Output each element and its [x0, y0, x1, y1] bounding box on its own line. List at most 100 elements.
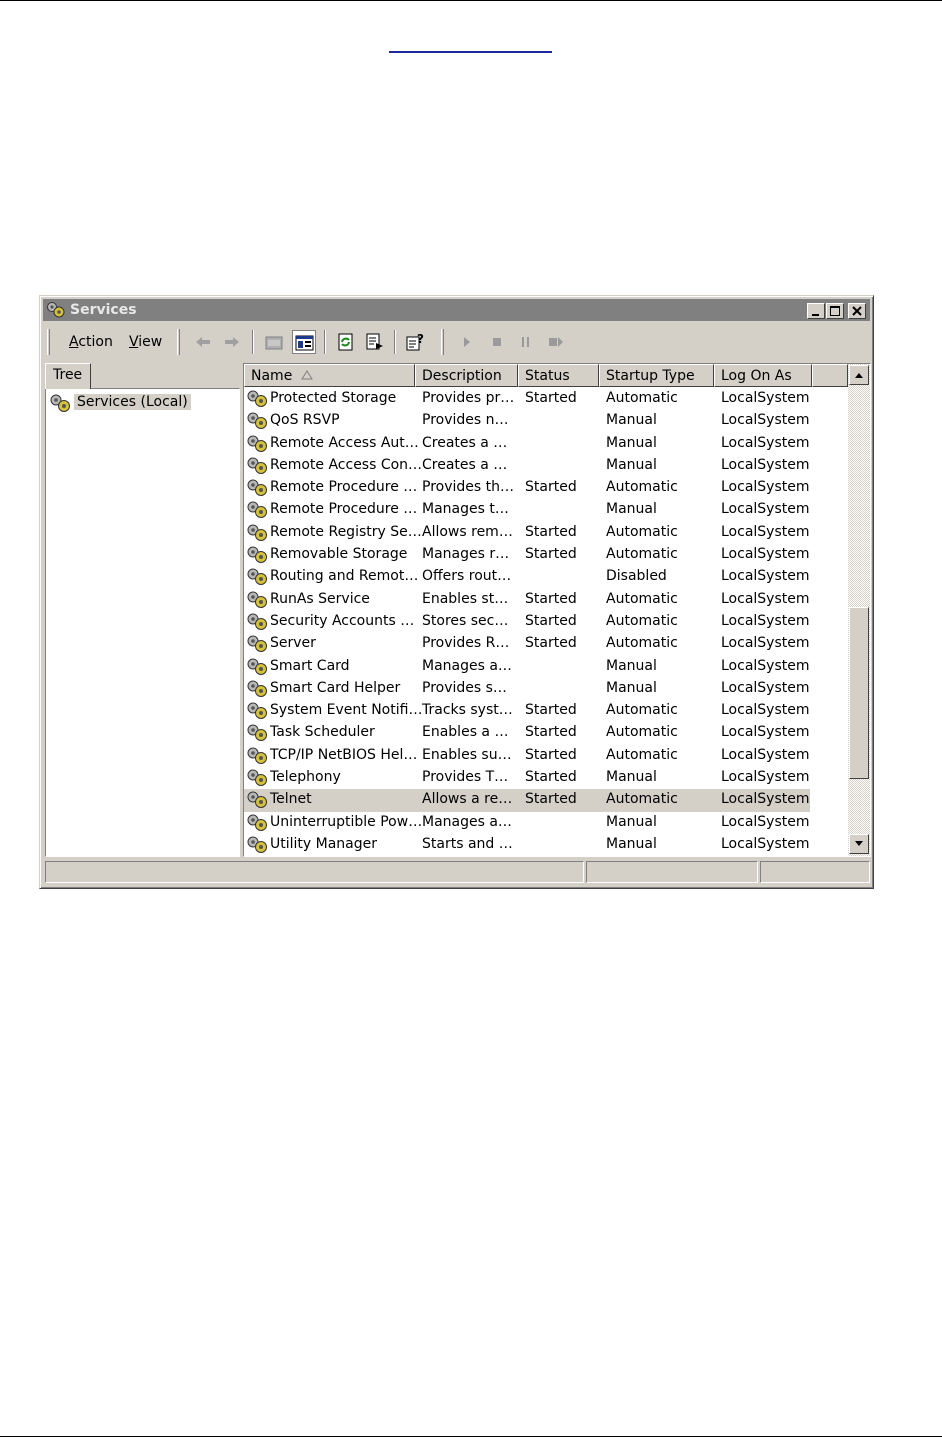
- close-button[interactable]: [848, 303, 866, 319]
- properties-help-button[interactable]: ?: [403, 330, 427, 354]
- table-row[interactable]: Removable Storage Manages r… Started Automa…: [244, 544, 810, 566]
- table-row[interactable]: Security Accounts … Stores sec… Started Aut…: [244, 611, 810, 633]
- restart-service-button[interactable]: [544, 330, 568, 354]
- cell-name: Remote Procedure …: [270, 501, 418, 518]
- table-row[interactable]: Routing and Remot… Offers rout… Disabled Lo…: [244, 566, 810, 588]
- toolbar-separator: [324, 330, 326, 354]
- cell-startup-type: Manual: [606, 412, 657, 429]
- back-button[interactable]: [191, 330, 215, 354]
- table-row[interactable]: Remote Procedure … Provides th… Started Aut…: [244, 477, 810, 499]
- maximize-button[interactable]: [826, 303, 844, 319]
- table-row[interactable]: Protected Storage Provides pr… Started Auto…: [244, 388, 810, 410]
- table-row[interactable]: System Event Notifi… Tracks syst… Started A…: [244, 700, 810, 722]
- menu-view[interactable]: View: [129, 334, 162, 350]
- table-row[interactable]: TCP/IP NetBIOS Hel… Enables su… Started Aut…: [244, 745, 810, 767]
- forward-button[interactable]: [220, 330, 244, 354]
- cell-log-on-as: LocalSystem: [721, 546, 810, 563]
- cell-description: Starts and …: [422, 835, 513, 852]
- column-header-label: Description: [422, 368, 502, 384]
- title-bar[interactable]: Services: [43, 299, 870, 321]
- toolbar-grip-2[interactable]: [177, 329, 180, 355]
- table-row[interactable]: Smart Card Helper Provides s… Manual LocalS…: [244, 678, 810, 700]
- cell-description: Manages t…: [422, 501, 509, 518]
- table-row[interactable]: Utility Manager Starts and … Manual LocalSy…: [244, 834, 810, 856]
- table-row[interactable]: Telephony Provides T… Started Manual LocalSy…: [244, 767, 810, 789]
- services-list: Name Description Status Startup Type Log…: [243, 363, 871, 857]
- column-header-status[interactable]: Status: [518, 364, 599, 387]
- table-row[interactable]: Remote Access Con… Creates a … Manual Local…: [244, 455, 810, 477]
- gears-icon: [247, 568, 267, 586]
- gears-icon: [247, 613, 267, 630]
- column-header-description[interactable]: Description: [415, 364, 518, 387]
- document-link-underline: [389, 51, 552, 53]
- cell-log-on-as: LocalSystem: [721, 746, 810, 763]
- gears-icon: [247, 390, 267, 407]
- cell-name: Uninterruptible Pow…: [270, 813, 423, 830]
- tab-tree[interactable]: Tree: [45, 363, 91, 389]
- up-folder-button[interactable]: [262, 330, 286, 354]
- scroll-thumb[interactable]: [849, 607, 869, 779]
- cell-log-on-as: LocalSystem: [721, 813, 810, 830]
- table-row[interactable]: Remote Procedure … Manages t… Manual LocalS…: [244, 499, 810, 521]
- cell-startup-type: Automatic: [606, 523, 678, 540]
- cell-name: Remote Access Aut…: [270, 434, 419, 451]
- menu-view-key: V: [129, 334, 139, 350]
- stop-service-button[interactable]: [485, 330, 509, 354]
- column-header-log-on-as[interactable]: Log On As: [714, 364, 812, 387]
- table-row[interactable]: Task Scheduler Enables a … Started Automati…: [244, 722, 810, 744]
- cell-name: TCP/IP NetBIOS Hel…: [270, 746, 418, 763]
- cell-startup-type: Manual: [606, 679, 657, 696]
- gears-icon: [50, 394, 70, 412]
- cell-name: Protected Storage: [270, 390, 397, 406]
- table-row[interactable]: Uninterruptible Pow… Manages a… Manual Loca…: [244, 812, 810, 834]
- table-row[interactable]: Smart Card Manages a… Manual LocalSystem: [244, 656, 810, 678]
- cell-name: Removable Storage: [270, 546, 408, 563]
- cell-description: Provides th…: [422, 479, 514, 496]
- table-row[interactable]: Server Provides R… Started Automatic LocalSy…: [244, 633, 810, 655]
- cell-status: Started: [525, 769, 577, 786]
- menu-action[interactable]: Action: [69, 334, 113, 350]
- cell-description: Enables su…: [422, 746, 512, 763]
- vertical-scrollbar[interactable]: [848, 364, 870, 856]
- scroll-up-arrow-icon: [855, 373, 863, 378]
- services-window: Services Action View ? Tree Services (Lo…: [39, 295, 874, 889]
- cell-startup-type: Manual: [606, 657, 657, 674]
- cell-log-on-as: LocalSystem: [721, 791, 810, 808]
- cell-log-on-as: LocalSystem: [721, 479, 810, 496]
- toolbar-grip[interactable]: [47, 329, 50, 355]
- start-service-button[interactable]: [455, 330, 479, 354]
- status-bar-panel-3: [760, 861, 870, 883]
- scroll-up-button[interactable]: [849, 365, 869, 385]
- table-row[interactable]: QoS RSVP Provides n… Manual LocalSystem: [244, 410, 810, 432]
- toolbar-grip-3[interactable]: [441, 329, 444, 355]
- cell-description: Provides R…: [422, 635, 510, 652]
- minimize-button[interactable]: [807, 303, 825, 319]
- gears-icon: [247, 747, 267, 764]
- cell-name: Telnet: [270, 791, 312, 808]
- close-icon: [852, 306, 862, 316]
- export-list-button[interactable]: [363, 330, 387, 354]
- column-header-name[interactable]: Name: [244, 364, 415, 387]
- svg-text:?: ?: [417, 332, 424, 346]
- cell-name: Smart Card: [270, 657, 350, 674]
- pause-icon: [522, 337, 529, 347]
- cell-status: Started: [525, 479, 577, 496]
- cell-name: RunAs Service: [270, 590, 370, 607]
- pause-service-button[interactable]: [514, 330, 538, 354]
- cell-name: Remote Registry Se…: [270, 523, 422, 540]
- table-row[interactable]: RunAs Service Enables st… Started Automatic…: [244, 589, 810, 611]
- cell-status: Started: [525, 546, 577, 563]
- cell-name: Security Accounts …: [270, 612, 415, 629]
- show-hide-tree-button[interactable]: [292, 330, 316, 354]
- table-row[interactable]: Remote Access Aut… Creates a … Manual Local…: [244, 433, 810, 455]
- refresh-button[interactable]: [334, 330, 358, 354]
- refresh-icon: [338, 333, 353, 351]
- table-row[interactable]: Remote Registry Se… Allows rem… Started Aut…: [244, 522, 810, 544]
- cell-status: Started: [525, 724, 577, 741]
- cell-startup-type: Disabled: [606, 568, 667, 585]
- table-row[interactable]: Telnet Allows a re… Started Automatic LocalS…: [244, 789, 810, 812]
- cell-status: Started: [525, 590, 577, 607]
- column-header-startup-type[interactable]: Startup Type: [599, 364, 714, 387]
- scroll-down-button[interactable]: [849, 834, 869, 854]
- cell-startup-type: Automatic: [606, 702, 678, 719]
